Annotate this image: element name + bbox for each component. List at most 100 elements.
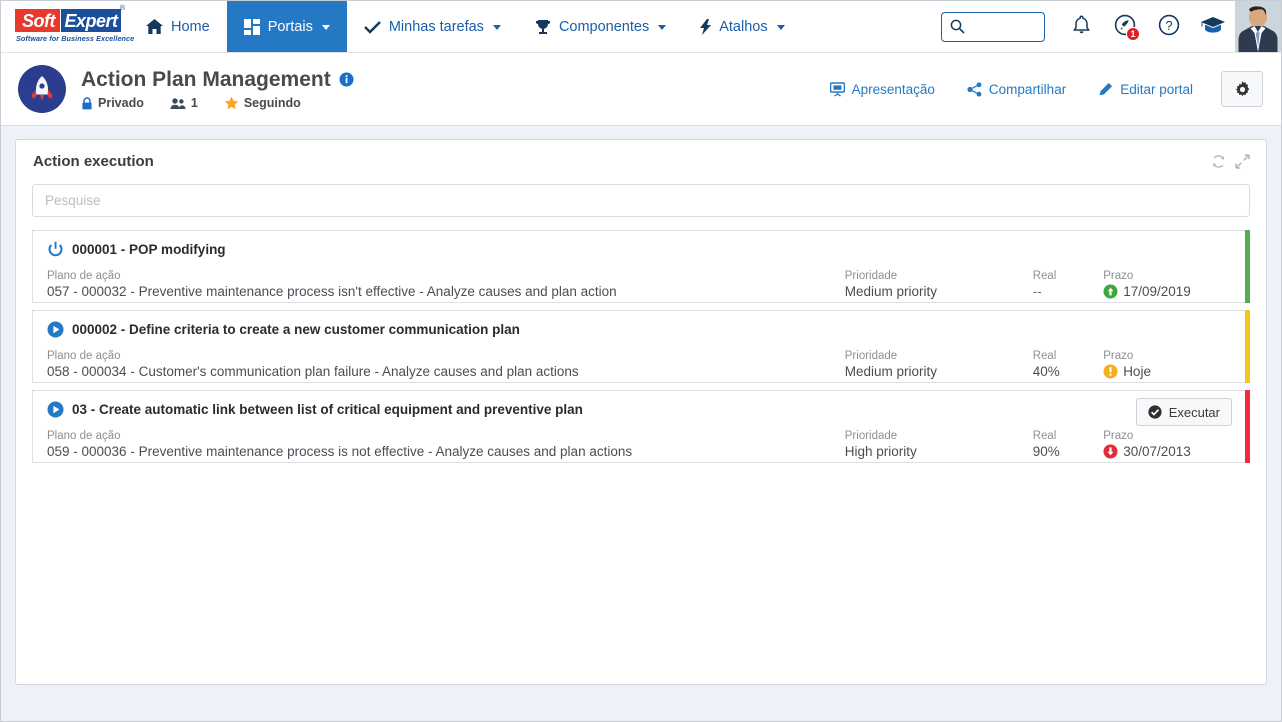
- priority-label: Prioridade: [844, 430, 898, 442]
- prazo-value: 30/07/2013: [1123, 444, 1191, 459]
- action-card[interactable]: 000001 - POP modifying Plano de ação 057…: [32, 230, 1250, 303]
- real-label: Real: [1032, 350, 1057, 362]
- bolt-icon: [700, 18, 712, 35]
- action-card[interactable]: 000002 - Define criteria to create a new…: [32, 310, 1250, 383]
- expand-icon[interactable]: [1235, 154, 1250, 169]
- chevron-down-icon: [321, 25, 330, 30]
- check-circle-icon: [1148, 405, 1162, 419]
- execute-button[interactable]: Executar: [1135, 398, 1232, 426]
- action-card[interactable]: 03 - Create automatic link between list …: [32, 390, 1250, 463]
- star-icon[interactable]: [224, 96, 239, 111]
- logo-tagline: Software for Business Excellence: [16, 33, 135, 43]
- quick-actions-button[interactable]: 1: [1103, 1, 1147, 52]
- nav-item-componentes[interactable]: Componentes: [518, 1, 683, 52]
- play-icon[interactable]: [47, 321, 64, 338]
- priority-value: Medium priority: [844, 284, 938, 299]
- portal-meta: Privado 1 Seguindo: [81, 96, 354, 111]
- presentation-icon: [829, 81, 845, 97]
- real-value: --: [1032, 284, 1042, 299]
- nav-item-minhas-tarefas-label: Minhas tarefas: [388, 18, 484, 35]
- plan-label: Plano de ação: [47, 270, 121, 282]
- page-title: Action Plan Management: [81, 68, 354, 92]
- question-circle-icon: ?: [1158, 14, 1180, 39]
- power-icon[interactable]: [47, 241, 64, 258]
- portal-title-block: Action Plan Management Privado 1 Seguind…: [81, 68, 354, 111]
- portal-rocket-icon: [18, 65, 66, 113]
- members-icon: [170, 97, 186, 110]
- trophy-icon: [535, 19, 551, 35]
- logo-expert-text: Expert: [60, 7, 122, 33]
- action-card-body: Plano de ação 058 - 000034 - Customer's …: [47, 349, 1250, 380]
- action-card-title-text: 000002 - Define criteria to create a new…: [72, 322, 520, 337]
- priority-column: Prioridade Medium priority: [845, 349, 1033, 380]
- priority-value: High priority: [844, 444, 917, 459]
- help-button[interactable]: ?: [1147, 1, 1191, 52]
- real-column: Real --: [1033, 269, 1103, 300]
- nav-item-home[interactable]: Home: [129, 1, 227, 52]
- plan-label: Plano de ação: [47, 350, 121, 362]
- notifications-button[interactable]: [1059, 1, 1103, 52]
- share-icon: [967, 81, 982, 97]
- action-card-title-text: 03 - Create automatic link between list …: [72, 402, 583, 417]
- share-button[interactable]: Compartilhar: [951, 82, 1082, 97]
- refresh-icon[interactable]: [1211, 154, 1226, 169]
- nav-item-componentes-label: Componentes: [558, 18, 650, 35]
- global-search[interactable]: [941, 11, 1045, 42]
- presentation-label: Apresentação: [851, 81, 935, 97]
- lock-icon: [81, 96, 93, 110]
- user-avatar[interactable]: [1235, 1, 1281, 52]
- panel-search[interactable]: [32, 184, 1250, 217]
- edit-portal-button[interactable]: Editar portal: [1082, 82, 1209, 97]
- action-card-title: 000001 - POP modifying: [47, 241, 1250, 258]
- prazo-label: Prazo: [1103, 430, 1134, 442]
- action-card-body: Plano de ação 057 - 000032 - Preventive …: [47, 269, 1250, 300]
- plan-column: Plano de ação 058 - 000034 - Customer's …: [47, 349, 845, 380]
- priority-column: Prioridade High priority: [845, 429, 1033, 460]
- execute-button-label: Executar: [1168, 404, 1220, 420]
- search-input[interactable]: [971, 18, 1036, 35]
- nav-item-atalhos[interactable]: Atalhos: [683, 1, 801, 52]
- portal-settings-button[interactable]: [1221, 71, 1263, 107]
- play-icon[interactable]: [47, 401, 64, 418]
- gear-icon: [1234, 80, 1251, 98]
- presentation-button[interactable]: Apresentação: [814, 82, 951, 97]
- real-label: Real: [1032, 430, 1057, 442]
- arrow-up-circle-icon: [1103, 284, 1118, 299]
- bell-icon: [1072, 14, 1091, 39]
- priority-label: Prioridade: [844, 350, 898, 362]
- prazo-value-wrap: Hoje: [1103, 363, 1250, 380]
- real-label: Real: [1032, 270, 1057, 282]
- action-card-body: Plano de ação 059 - 000036 - Preventive …: [47, 429, 1250, 460]
- members-count: 1: [190, 96, 198, 110]
- softexpert-logo[interactable]: Soft Expert ® Software for Business Exce…: [1, 1, 134, 52]
- chevron-down-icon: [658, 25, 667, 30]
- priority-value: Medium priority: [844, 364, 938, 379]
- pencil-icon: [1098, 82, 1113, 97]
- panel-search-input[interactable]: [43, 192, 1239, 209]
- portal-title-text: Action Plan Management: [81, 67, 331, 91]
- edit-portal-label: Editar portal: [1120, 81, 1193, 97]
- nav-item-home-label: Home: [171, 18, 210, 35]
- plan-value: 058 - 000034 - Customer's communication …: [47, 364, 579, 379]
- plan-column: Plano de ação 059 - 000036 - Preventive …: [47, 429, 845, 460]
- prazo-value-wrap: 30/07/2013: [1103, 443, 1250, 460]
- academy-button[interactable]: [1191, 1, 1235, 52]
- logo-soft-text: Soft: [14, 7, 63, 33]
- top-navigation-bar: Soft Expert ® Software for Business Exce…: [1, 1, 1281, 53]
- following-label: Seguindo: [243, 96, 301, 110]
- portal-visibility-label: Privado: [98, 96, 144, 110]
- main-menu: Home Portais Minhas tarefas Componentes …: [129, 1, 802, 52]
- prazo-value: Hoje: [1123, 364, 1151, 379]
- plan-column: Plano de ação 057 - 000032 - Preventive …: [47, 269, 845, 300]
- prazo-value-wrap: 17/09/2019: [1103, 283, 1250, 300]
- arrow-down-circle-icon: [1103, 444, 1118, 459]
- prazo-label: Prazo: [1103, 270, 1134, 282]
- nav-item-minhas-tarefas[interactable]: Minhas tarefas: [347, 1, 518, 52]
- real-column: Real 40%: [1033, 349, 1103, 380]
- portal-header: Action Plan Management Privado 1 Seguind…: [1, 53, 1281, 126]
- info-icon[interactable]: [339, 72, 354, 87]
- top-nav-right-tools: 1 ?: [941, 1, 1281, 52]
- prazo-label: Prazo: [1103, 350, 1134, 362]
- chevron-down-icon: [492, 25, 501, 30]
- nav-item-portais[interactable]: Portais: [226, 1, 347, 52]
